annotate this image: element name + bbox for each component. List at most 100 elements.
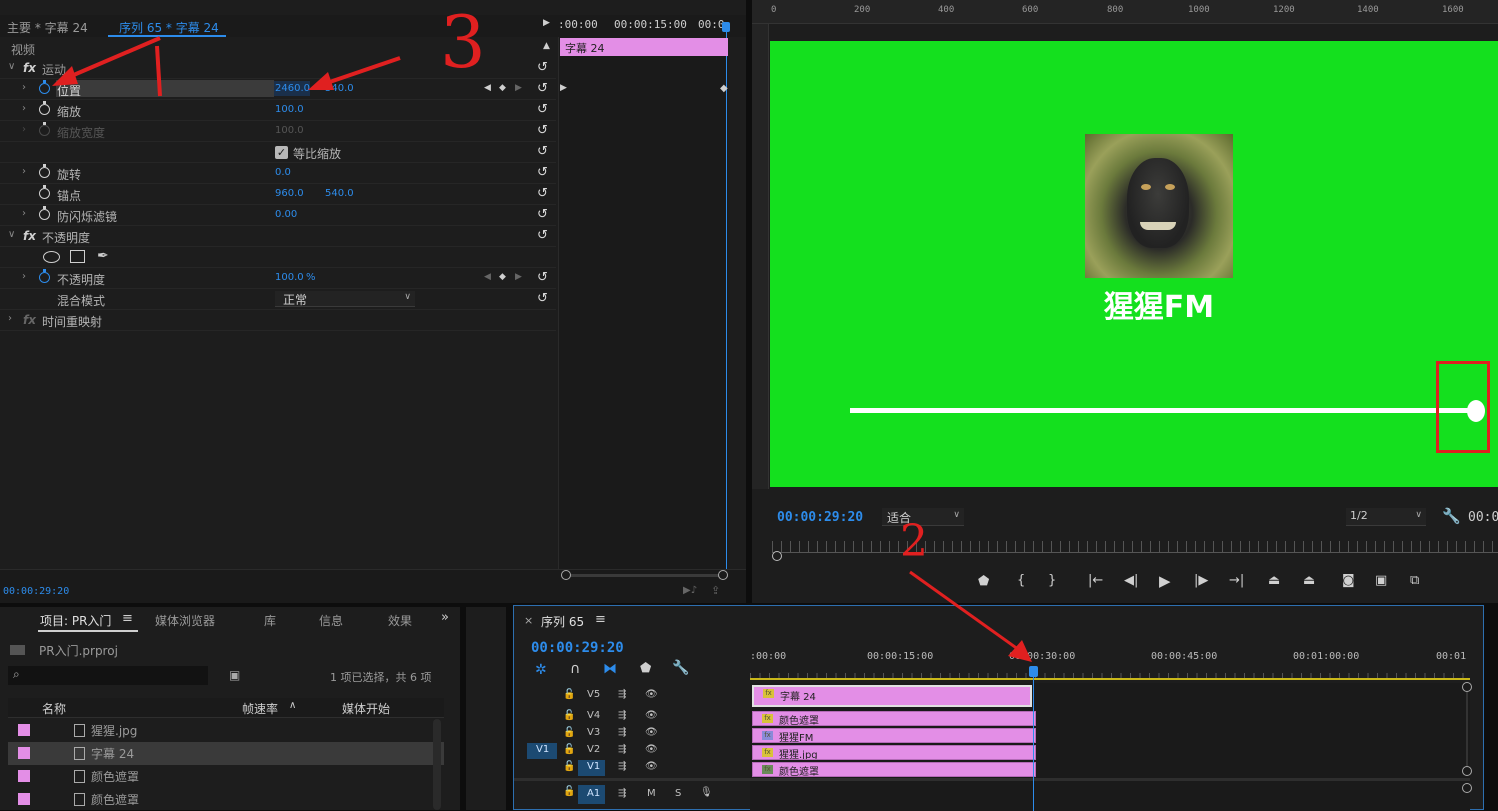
prop-uniform-scale[interactable]: ✓ 等比缩放 ↺ — [0, 142, 556, 163]
mini-playhead-icon[interactable] — [722, 22, 730, 32]
eye-icon[interactable]: 👁 — [645, 710, 658, 721]
video-frame[interactable]: 猩猩FM — [770, 41, 1498, 487]
monitor-scrub-handle[interactable] — [772, 551, 782, 561]
track-label[interactable]: V5 — [587, 689, 600, 700]
step-forward-icon[interactable]: |▶ — [1194, 573, 1208, 588]
anchor-y-value[interactable]: 540.0 — [325, 188, 354, 199]
linked-selection-icon[interactable]: ⧓ — [603, 661, 617, 677]
monitor-scrub-ruler[interactable] — [772, 541, 1498, 553]
resolution-dropdown[interactable]: 1/2 ∨ — [1346, 508, 1426, 526]
sort-up-icon[interactable]: ∧ — [289, 700, 296, 711]
timeremap-row[interactable]: › fx 时间重映射 — [0, 310, 556, 331]
add-keyframe-icon[interactable]: ◆ — [499, 272, 506, 282]
filter-audio-icon[interactable]: ▶♪ — [683, 585, 697, 596]
lock-icon[interactable]: 🔓 — [563, 710, 575, 721]
tab-libraries[interactable]: 库 — [264, 612, 276, 629]
clip-text[interactable]: fx 猩猩FM — [752, 728, 1036, 743]
sync-lock-icon[interactable]: ⇶ — [618, 761, 626, 772]
stopwatch-icon[interactable] — [39, 185, 50, 199]
rectangle-mask-icon[interactable] — [70, 250, 85, 263]
stopwatch-icon[interactable] — [39, 164, 50, 178]
mini-keyframe-icon[interactable]: ◆ — [720, 83, 728, 94]
list-item-selected[interactable]: 字幕 24 — [8, 742, 444, 765]
opacity-group-row[interactable]: ∨ fx 不透明度 ↺ — [0, 226, 556, 247]
lock-icon[interactable]: 🔓 — [563, 744, 575, 755]
lift-icon[interactable]: ⏏ — [1268, 573, 1280, 588]
compare-icon[interactable]: ▣ — [1375, 573, 1387, 588]
timeline-ruler[interactable] — [750, 664, 1470, 680]
mini-clip[interactable]: 字幕 24 — [560, 38, 728, 56]
label-color-swatch[interactable] — [18, 747, 30, 759]
nest-icon[interactable]: ✲ — [535, 662, 547, 678]
mini-scroll-left-handle[interactable] — [561, 570, 571, 580]
label-color-swatch[interactable] — [18, 793, 30, 805]
track-label[interactable]: A1 — [587, 788, 600, 799]
monitor-timecode[interactable]: 00:00:29:20 — [777, 510, 863, 525]
stopwatch-icon[interactable] — [39, 206, 50, 220]
reset-icon[interactable]: ↺ — [537, 186, 548, 201]
prop-rotation[interactable]: › 旋转 0.0 ↺ — [0, 163, 556, 184]
microphone-icon[interactable]: 🎙 — [700, 787, 713, 798]
col-start-header[interactable]: 媒体开始 — [342, 700, 390, 717]
ellipse-mask-icon[interactable] — [43, 251, 60, 263]
prop-antiflicker[interactable]: › 防闪烁滤镜 0.00 ↺ — [0, 205, 556, 226]
timeline-settings-icon[interactable]: 🔧 — [672, 660, 689, 676]
eye-icon[interactable]: 👁 — [645, 744, 658, 755]
reset-icon[interactable]: ↺ — [537, 291, 548, 306]
reset-icon[interactable]: ↺ — [537, 144, 548, 159]
list-item[interactable]: 颜色遮罩 — [8, 765, 444, 788]
eye-icon[interactable]: 👁 — [645, 727, 658, 738]
ec-timecode[interactable]: 00:00:29:20 — [3, 586, 69, 597]
eye-icon[interactable]: 👁 — [645, 689, 658, 700]
next-keyframe-icon[interactable]: ▶ — [515, 272, 522, 282]
camera-icon[interactable]: ◙ — [1342, 573, 1355, 588]
menu-icon[interactable]: ≡ — [595, 612, 606, 627]
close-icon[interactable]: × — [524, 614, 533, 627]
reset-icon[interactable]: ↺ — [537, 270, 548, 285]
solo-button[interactable]: S — [675, 788, 681, 799]
stopwatch-icon[interactable] — [39, 269, 50, 283]
lock-icon[interactable]: 🔓 — [563, 727, 575, 738]
tab-effects[interactable]: 效果 — [388, 612, 412, 629]
rotation-value[interactable]: 0.0 — [275, 167, 291, 178]
project-scrollbar[interactable] — [433, 719, 441, 810]
reset-icon[interactable]: ↺ — [537, 123, 548, 138]
track-label[interactable]: V4 — [587, 710, 600, 721]
eye-icon[interactable]: 👁 — [645, 761, 658, 772]
list-item[interactable]: 颜色遮罩 — [8, 788, 444, 811]
clip-color-matte[interactable]: fx 颜色遮罩 — [752, 762, 1036, 777]
v-scroll-top-handle[interactable] — [1462, 682, 1472, 692]
extract-icon[interactable]: ⏏ — [1303, 573, 1315, 588]
antiflicker-value[interactable]: 0.00 — [275, 209, 297, 220]
tab-sequence[interactable]: 序列 65 — [541, 613, 584, 630]
a-scroll-handle[interactable] — [1462, 783, 1472, 793]
list-item[interactable]: 猩猩.jpg — [8, 719, 444, 742]
uniform-scale-checkbox[interactable]: ✓ — [275, 146, 288, 159]
sync-lock-icon[interactable]: ⇶ — [618, 689, 626, 700]
blend-mode-dropdown[interactable]: 正常 ∨ — [275, 291, 415, 307]
menu-icon[interactable]: ≡ — [122, 611, 133, 626]
chevron-right-icon[interactable]: › — [22, 166, 26, 177]
track-label[interactable]: V1 — [587, 761, 600, 772]
reset-icon[interactable]: ↺ — [537, 228, 548, 243]
clip-title[interactable]: fx 字幕 24 — [752, 685, 1032, 707]
opacity-value[interactable]: 100.0 — [275, 272, 304, 283]
new-search-bin-icon[interactable]: ▣ — [229, 668, 240, 682]
add-marker-icon[interactable]: ⬟ — [640, 661, 651, 676]
prev-keyframe-icon[interactable]: ◀ — [484, 272, 491, 282]
go-to-out-icon[interactable]: →| — [1229, 573, 1244, 588]
chevron-down-icon[interactable]: ∨ — [8, 229, 15, 240]
tab-info[interactable]: 信息 — [319, 612, 343, 629]
anchor-x-value[interactable]: 960.0 — [275, 188, 304, 199]
lock-icon[interactable]: 🔓 — [563, 761, 575, 772]
play-icon[interactable]: ▶ — [1159, 572, 1171, 590]
track-label[interactable]: V3 — [587, 727, 600, 738]
pen-mask-icon[interactable]: ✒ — [97, 248, 109, 264]
clip-image[interactable]: fx 猩猩.jpg — [752, 745, 1036, 760]
go-to-in-icon[interactable]: |← — [1088, 573, 1103, 588]
col-name-header[interactable]: 名称 — [42, 700, 66, 717]
prop-anchor[interactable]: 锚点 960.0 540.0 ↺ — [0, 184, 556, 205]
reset-icon[interactable]: ↺ — [537, 165, 548, 180]
mini-scroll-track[interactable] — [562, 574, 728, 577]
lock-icon[interactable]: 🔓 — [563, 689, 575, 700]
